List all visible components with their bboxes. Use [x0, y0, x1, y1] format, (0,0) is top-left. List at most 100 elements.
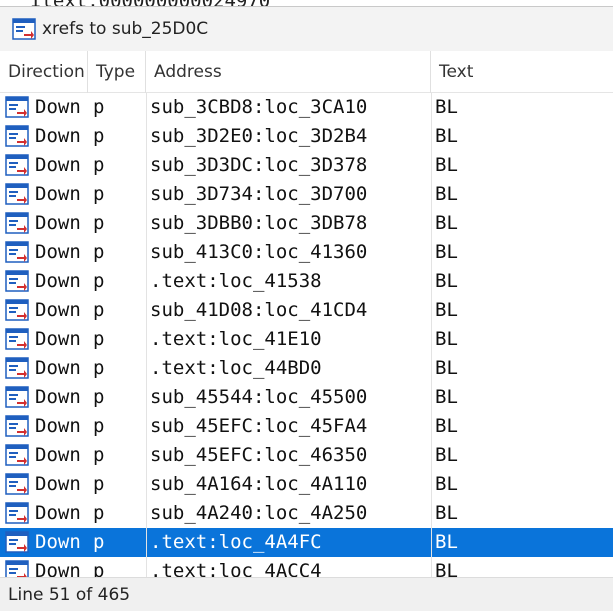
column-header-text[interactable]: Text — [431, 51, 613, 93]
row-text: BL — [435, 183, 458, 205]
xref-row-icon — [5, 267, 31, 296]
row-address: sub_45EFC:loc_45FA4 — [150, 415, 368, 437]
row-direction: Down — [35, 415, 81, 437]
row-direction: Down — [35, 270, 81, 292]
row-text: BL — [435, 560, 458, 577]
row-text: BL — [435, 241, 458, 263]
xrefs-window: xrefs to sub_25D0C Direction Type Addres… — [0, 6, 613, 611]
table-row[interactable]: Down p .text:loc_44BD0 BL — [0, 354, 613, 383]
row-direction: Down — [35, 473, 81, 495]
row-type: p — [93, 183, 105, 205]
table-row[interactable]: Down p sub_3D2E0:loc_3D2B4 BL — [0, 122, 613, 151]
table-row[interactable]: Down p sub_413C0:loc_41360 BL — [0, 238, 613, 267]
row-text: BL — [435, 96, 458, 118]
row-text: BL — [435, 531, 458, 553]
row-type: p — [93, 502, 105, 524]
xref-row-icon — [5, 412, 31, 441]
row-address: .text:loc_4A4FC — [150, 531, 322, 553]
table-row[interactable]: Down p .text:loc_41E10 BL — [0, 325, 613, 354]
table-row[interactable]: Down p .text:loc_41538 BL — [0, 267, 613, 296]
status-line-count: Line 51 of 465 — [8, 585, 131, 605]
xref-row-icon — [5, 180, 31, 209]
column-header-type[interactable]: Type — [88, 51, 146, 93]
row-address: sub_3CBD8:loc_3CA10 — [150, 96, 368, 118]
xref-row-icon — [5, 528, 31, 557]
table-row[interactable]: Down p sub_41D08:loc_41CD4 BL — [0, 296, 613, 325]
row-direction: Down — [35, 444, 81, 466]
status-bar: Line 51 of 465 — [0, 577, 613, 611]
row-address: sub_4A240:loc_4A250 — [150, 502, 368, 524]
row-direction: Down — [35, 531, 81, 553]
table-row[interactable]: Down p sub_3CBD8:loc_3CA10 BL — [0, 93, 613, 122]
table-row[interactable]: Down p sub_3D734:loc_3D700 BL — [0, 180, 613, 209]
row-text: BL — [435, 270, 458, 292]
table-row[interactable]: Down p .text:loc_4ACC4 BL — [0, 557, 613, 577]
row-address: .text:loc_41E10 — [150, 328, 322, 350]
window-title: xrefs to sub_25D0C — [42, 19, 209, 39]
column-divider — [431, 93, 432, 577]
row-direction: Down — [35, 96, 81, 118]
row-type: p — [93, 473, 105, 495]
row-type: p — [93, 415, 105, 437]
row-type: p — [93, 531, 105, 553]
xref-row-icon — [5, 238, 31, 267]
row-text: BL — [435, 212, 458, 234]
title-bar[interactable]: xrefs to sub_25D0C — [0, 7, 613, 51]
row-address: sub_4A164:loc_4A110 — [150, 473, 368, 495]
row-direction: Down — [35, 357, 81, 379]
row-address: .text:loc_41538 — [150, 270, 322, 292]
row-type: p — [93, 96, 105, 118]
row-direction: Down — [35, 299, 81, 321]
table-row[interactable]: Down p sub_4A240:loc_4A250 BL — [0, 499, 613, 528]
row-text: BL — [435, 154, 458, 176]
row-type: p — [93, 444, 105, 466]
xref-window-icon — [12, 18, 36, 40]
row-type: p — [93, 328, 105, 350]
row-direction: Down — [35, 183, 81, 205]
row-direction: Down — [35, 328, 81, 350]
row-address: sub_413C0:loc_41360 — [150, 241, 368, 263]
row-address: .text:loc_44BD0 — [150, 357, 322, 379]
row-text: BL — [435, 415, 458, 437]
row-text: BL — [435, 444, 458, 466]
row-direction: Down — [35, 154, 81, 176]
column-header: Direction Type Address Text — [0, 51, 613, 93]
row-address: sub_3DBB0:loc_3DB78 — [150, 212, 368, 234]
table-row[interactable]: Down p sub_4A164:loc_4A110 BL — [0, 470, 613, 499]
xref-row-icon — [5, 499, 31, 528]
row-type: p — [93, 299, 105, 321]
table-row[interactable]: Down p sub_3DBB0:loc_3DB78 BL — [0, 209, 613, 238]
row-address: .text:loc_4ACC4 — [150, 560, 322, 577]
row-text: BL — [435, 473, 458, 495]
xref-row-icon — [5, 470, 31, 499]
row-text: BL — [435, 502, 458, 524]
row-address: sub_45544:loc_45500 — [150, 386, 368, 408]
table-row[interactable]: Down p sub_3D3DC:loc_3D378 BL — [0, 151, 613, 180]
row-address: sub_41D08:loc_41CD4 — [150, 299, 368, 321]
row-direction: Down — [35, 125, 81, 147]
column-divider — [146, 93, 147, 577]
row-direction: Down — [35, 212, 81, 234]
row-text: BL — [435, 299, 458, 321]
row-address: sub_3D734:loc_3D700 — [150, 183, 368, 205]
column-header-direction[interactable]: Direction — [0, 51, 88, 93]
xref-row-icon — [5, 209, 31, 238]
xref-row-icon — [5, 93, 31, 122]
table-row[interactable]: Down p sub_45EFC:loc_45FA4 BL — [0, 412, 613, 441]
row-type: p — [93, 386, 105, 408]
xref-row-icon — [5, 325, 31, 354]
xref-list: Down p sub_3CBD8:loc_3CA10 BL Down p sub… — [0, 93, 613, 577]
xref-row-icon — [5, 557, 31, 577]
table-row[interactable]: Down p sub_45544:loc_45500 BL — [0, 383, 613, 412]
row-address: sub_3D3DC:loc_3D378 — [150, 154, 368, 176]
xref-row-icon — [5, 122, 31, 151]
row-text: BL — [435, 125, 458, 147]
column-header-address[interactable]: Address — [146, 51, 431, 93]
table-row[interactable]: Down p sub_45EFC:loc_46350 BL — [0, 441, 613, 470]
row-direction: Down — [35, 386, 81, 408]
table-row[interactable]: Down p .text:loc_4A4FC BL — [0, 528, 613, 557]
xref-row-icon — [5, 151, 31, 180]
row-direction: Down — [35, 241, 81, 263]
xref-row-icon — [5, 296, 31, 325]
xref-row-icon — [5, 383, 31, 412]
